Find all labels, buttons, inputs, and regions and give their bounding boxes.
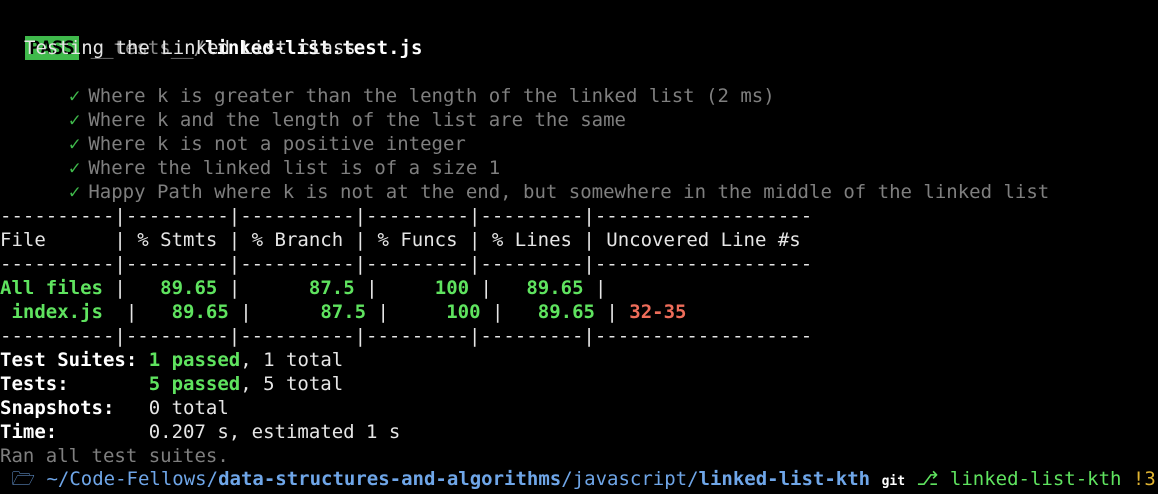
check-icon: ✓ [68,181,81,203]
summary-time: Time: 0.207 s, estimated 1 s [0,420,400,444]
folder-icon: 🗁 [11,468,36,490]
test-item: ✓ Where k is greater than the length of t… [46,60,775,107]
prompt-path-sep: / [687,468,699,490]
git-branch-name: linked-list-kth [949,468,1122,490]
summary-snapshots: Snapshots: 0 total [0,396,229,420]
coverage-funcs: 100 [446,301,481,323]
coverage-stmts: 89.65 [160,277,218,299]
summary-value: 0 total [148,397,229,419]
test-file-header: PASS __tests__/linked-list.test.js [0,12,422,60]
coverage-funcs: 100 [434,277,470,299]
prompt-path-sep: / [561,468,573,490]
coverage-branch: 87.5 [320,301,367,323]
ran-all-message: Ran all test suites. [0,445,229,467]
test-item: ✓ Where the linked list is of a size 1 [46,132,500,179]
summary-value: 0.207 s, estimated 1 s [148,421,401,443]
summary-passed: 1 passed [148,349,241,371]
coverage-uncovered: 32-35 [629,301,687,323]
coverage-branch: 87.5 [308,277,355,299]
test-item: ✓ Happy Path where k is not at the end, b… [46,156,1049,203]
coverage-row-all-files: All files | 89.65 | 87.5 | 100 | 89.65 | [0,277,618,299]
git-status: !3 [1132,468,1156,490]
summary-tests: Tests: 5 passed, 5 total [0,372,343,396]
summary-total: , 1 total [240,349,344,371]
test-name: Happy Path where k is not at the end, bu… [88,181,1050,203]
coverage-row-index: index.js | 89.65 | 87.5 | 100 | 89.65 | … [0,301,687,323]
coverage-separator: ----------|---------|----------|--------… [0,253,813,275]
coverage-file: index.js [0,301,103,323]
summary-label: Snapshots: [0,397,115,419]
test-item: ✓ Where k is not a positive integer [46,108,466,155]
test-item: ✓ Where k and the length of the list are … [46,84,626,131]
git-label: git [881,474,906,489]
coverage-file: All files [0,277,103,299]
coverage-header: File | % Stmts | % Branch | % Funcs | % … [0,229,813,251]
prompt-path-home: ~/Code-Fellows/ [46,468,219,490]
summary-label: Time: [0,421,58,443]
coverage-lines: 89.65 [537,301,595,323]
summary-total: , 5 total [240,373,344,395]
summary-passed: 5 passed [148,373,241,395]
prompt-path-dir: linked-list-kth [698,468,871,490]
coverage-separator: ----------|---------|----------|--------… [0,205,813,227]
coverage-lines: 89.65 [526,277,584,299]
git-branch-icon: ⎇ [916,468,939,490]
prompt-path-repo: data-structures-and-algorithms [218,468,562,490]
summary-suites: Test Suites: 1 passed, 1 total [0,348,343,372]
shell-prompt[interactable]: 🗁 ~/Code-Fellows/data-structures-and-alg… [0,467,1156,491]
summary-label: Tests: [0,373,69,395]
coverage-stmts: 89.65 [171,301,229,323]
suite-title: Testing the Linked List class [24,37,356,59]
coverage-separator: ----------|---------|----------|--------… [0,325,813,347]
prompt-path-js: javascript [572,468,688,490]
summary-label: Test Suites: [0,349,138,371]
